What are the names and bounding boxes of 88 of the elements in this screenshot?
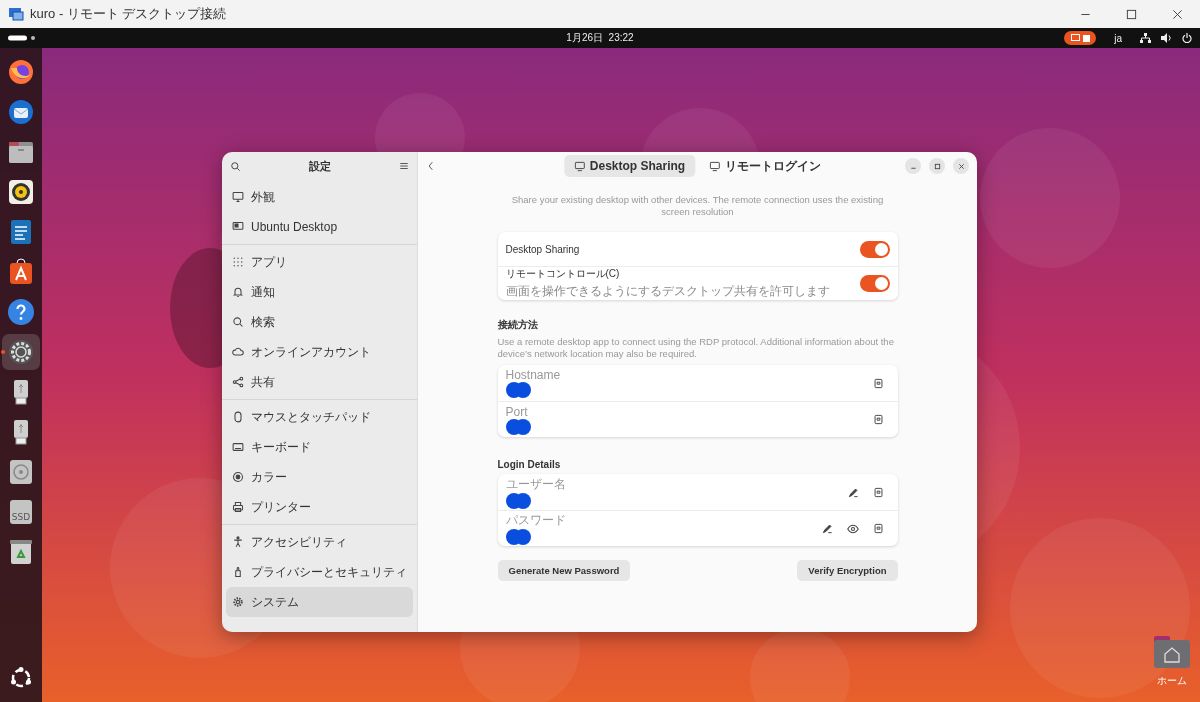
sidebar-item[interactable]: アプリ — [226, 247, 413, 277]
home-folder-icon[interactable] — [1154, 636, 1190, 668]
close-icon — [1171, 8, 1183, 20]
speaker-icon — [7, 178, 35, 206]
gear-icon — [7, 338, 35, 366]
grid-icon — [232, 256, 244, 268]
sidebar-item[interactable]: プライバシーとセキュリティ — [226, 557, 413, 587]
sidebar-item[interactable]: 外観 — [226, 182, 413, 212]
share-icon — [232, 376, 244, 388]
sidebar-item[interactable]: カラー — [226, 462, 413, 492]
maximize-icon — [1125, 8, 1137, 20]
window-title: kuro - リモート デスクトップ接続 — [30, 5, 227, 23]
person-icon — [232, 536, 244, 548]
copy-icon — [872, 377, 884, 389]
maximize-button[interactable] — [929, 158, 945, 174]
remote-desktop-icon — [8, 6, 24, 22]
sidebar-item[interactable]: 検索 — [226, 307, 413, 337]
toggle-switch[interactable] — [859, 240, 890, 258]
tab[interactable]: Desktop Sharing — [563, 155, 696, 177]
close-icon — [957, 162, 965, 170]
action-button[interactable]: Verify Encryption — [797, 560, 898, 581]
keyboard-icon — [232, 441, 244, 453]
redaction-mark — [505, 382, 532, 398]
question-mark-icon — [7, 298, 35, 326]
pencil-icon — [821, 523, 833, 534]
sidebar-item[interactable]: マウスとタッチパッド — [226, 402, 413, 432]
section-description: Use a remote desktop app to connect using the RDP protocol. Additional information about the device’s network location may also be required. — [497, 336, 895, 359]
tab[interactable]: リモートログイン — [699, 155, 832, 177]
field-label: Port — [505, 404, 529, 419]
redaction-mark — [505, 418, 532, 435]
sidebar-item[interactable]: オンラインアカウント — [226, 337, 413, 367]
cloud-icon — [232, 346, 244, 358]
sidebar-item[interactable]: Ubuntu Desktop — [226, 212, 413, 242]
copy-icon — [872, 486, 884, 498]
recycle-bin-icon — [7, 538, 35, 566]
monitor-icon — [232, 221, 244, 233]
input-language[interactable]: ja — [1114, 32, 1122, 44]
sidebar-item[interactable]: キーボード — [226, 432, 413, 462]
monitor-icon — [573, 160, 585, 172]
pencil-icon — [847, 486, 859, 498]
close-button[interactable] — [953, 158, 969, 174]
network-icon — [1140, 33, 1151, 43]
volume-icon — [1161, 33, 1172, 43]
sidebar-item[interactable]: 共有 — [226, 367, 413, 397]
eye-icon — [846, 522, 859, 535]
app-grid-icon[interactable] — [9, 666, 33, 690]
gear-icon — [232, 596, 244, 608]
field-label: パスワード — [505, 512, 567, 529]
redaction-mark — [505, 492, 532, 509]
stop-icon — [1082, 34, 1090, 42]
search-icon — [230, 160, 241, 172]
section-title: Login Details — [497, 459, 562, 470]
maximize-icon — [933, 162, 941, 170]
desktop-icon-label: ホーム — [1157, 674, 1187, 688]
sidebar-item[interactable]: プリンター — [226, 492, 413, 522]
disc-drive-icon — [7, 458, 35, 486]
clock[interactable]: 1月26日 23:22 — [566, 31, 634, 45]
description-text: Share your existing desktop with other devices. The remote connection uses the existing screen resolution — [510, 194, 885, 218]
color-wheel-icon — [232, 471, 244, 483]
sidebar-item[interactable]: アクセシビリティ — [226, 527, 413, 557]
redaction-mark — [505, 529, 532, 545]
menu-icon — [399, 161, 409, 171]
sidebar-item[interactable]: システム — [226, 587, 413, 617]
printer-icon — [232, 501, 244, 513]
workspace-indicator-icon — [8, 35, 36, 41]
section-title: 接続方法 — [497, 318, 539, 332]
field-label: ユーザー名 — [505, 475, 567, 493]
field-label: Hostname — [505, 368, 562, 382]
toggle-switch[interactable] — [859, 275, 890, 292]
bell-icon — [232, 286, 244, 298]
mouse-icon — [232, 411, 244, 423]
sidebar-title: 設定 — [309, 158, 331, 174]
copy-icon — [872, 414, 884, 425]
shopping-bag-icon — [7, 258, 35, 286]
setting-description: 画面を操作できるようにするデスクトップ共有を許可します — [505, 283, 831, 300]
monitor-icon — [709, 160, 721, 172]
dock-item[interactable] — [2, 334, 40, 370]
action-button[interactable]: Generate New Password — [497, 560, 631, 581]
copy-icon — [872, 523, 884, 534]
screen-share-indicator[interactable] — [1064, 31, 1097, 45]
setting-label: リモートコントロール(C) — [505, 267, 621, 281]
setting-label: Desktop Sharing — [505, 243, 581, 255]
back-icon — [426, 161, 436, 171]
power-icon — [1182, 33, 1192, 43]
search-icon — [232, 316, 244, 328]
screen-icon — [1070, 34, 1080, 42]
sidebar-item[interactable]: 通知 — [226, 277, 413, 307]
display-icon — [232, 191, 244, 203]
